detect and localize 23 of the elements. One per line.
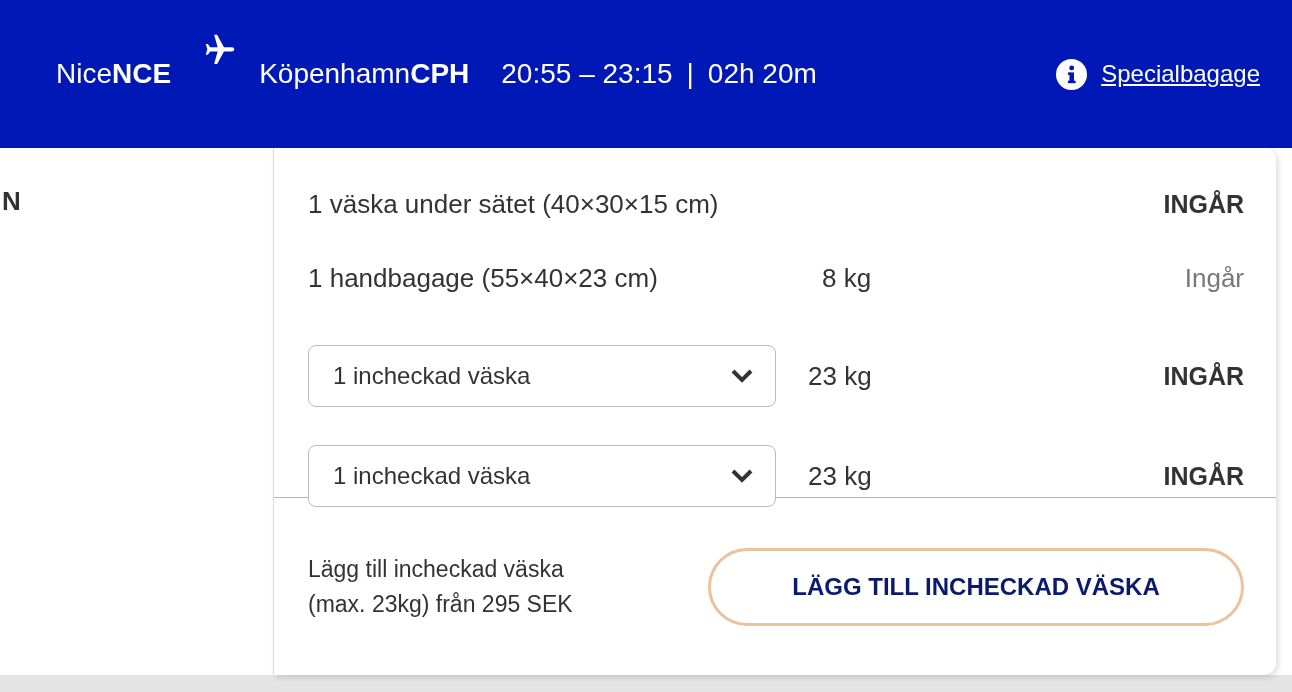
baggage-label: 1 handbagage (55×40×23 cm) [308,262,659,294]
baggage-weight: 8 kg [822,262,872,293]
chevron-down-icon [729,468,755,484]
flight-duration: 02h 20m [707,58,817,90]
baggage-weight: 23 kg [808,460,872,491]
add-baggage-note: Lägg till incheckad väska (max. 23kg) från 295 SEK [308,554,574,619]
included-status: INGÅR [1162,461,1244,491]
destination-city: KöpenhamnCPH [259,58,470,90]
info-icon [1056,58,1088,90]
included-status: Ingår [1183,262,1244,294]
baggage-weight: 23 kg [808,360,872,391]
flight-times: 20:55 – 23:15 [501,58,673,90]
separator: | [686,58,694,90]
baggage-dropdown[interactable]: 1 incheckad väska [308,445,776,507]
add-checked-bag-button[interactable]: LÄGG TILL INCHECKAD VÄSKA [708,547,1244,626]
origin-city: NiceNCE [56,58,172,90]
included-status: INGÅR [1162,189,1244,219]
special-baggage-link[interactable]: Specialbagage [1101,60,1260,88]
included-status: INGÅR [1162,361,1244,391]
baggage-dropdown[interactable]: 1 incheckad väska [308,345,776,407]
section-heading: N [2,186,21,217]
baggage-label: 1 väska under sätet (40×30×15 cm) [308,188,720,220]
chevron-down-icon [729,368,755,384]
